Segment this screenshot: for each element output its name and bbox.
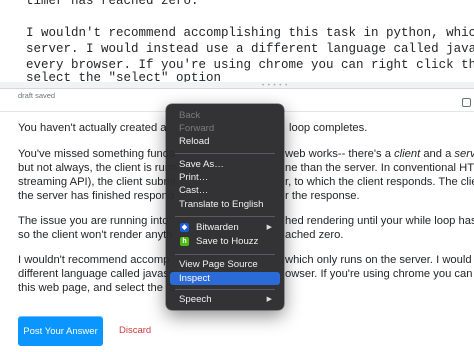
- menu-item-print[interactable]: Print…: [170, 171, 280, 184]
- menu-item-reload[interactable]: Reload: [170, 135, 280, 148]
- menu-item-view-page-source[interactable]: View Page Source: [170, 258, 280, 271]
- preview-text: which only runs on the server. I would i…: [285, 254, 474, 266]
- preview-text: r, to which the client responds. The cli…: [285, 176, 474, 188]
- menu-item-label: Speech: [179, 294, 212, 305]
- editor-resize-grip[interactable]: • • • • •: [0, 82, 474, 89]
- editor-line: server. I would instead use a different …: [26, 42, 474, 56]
- menu-item-save-as[interactable]: Save As…: [170, 158, 280, 171]
- editor-line: I wouldn't recommend accomplishing this …: [26, 26, 474, 40]
- preview-text: streaming API), the client submi: [18, 176, 176, 188]
- menu-item-inspect[interactable]: Inspect: [170, 272, 280, 285]
- houzz-icon: h: [180, 237, 189, 246]
- menu-separator: [175, 254, 275, 255]
- preview-text: You haven't actually created a: [18, 122, 167, 134]
- preview-text: hed rendering until your while loop has …: [285, 215, 474, 227]
- preview-text: web works-- there's a client and a serve: [285, 148, 474, 160]
- checkbox[interactable]: [462, 98, 471, 107]
- preview-text: The issue you are running into: [18, 215, 169, 227]
- submenu-arrow-icon: ▶: [266, 224, 272, 231]
- menu-item-cast[interactable]: Cast…: [170, 184, 280, 197]
- preview-text: the server has finished respond: [18, 190, 175, 202]
- bitwarden-icon: ◆: [180, 223, 189, 232]
- menu-item-save-to-houzz[interactable]: h Save to Houzz: [170, 235, 280, 248]
- menu-separator: [175, 153, 275, 154]
- context-menu: Back Forward Reload Save As… Print… Cast…: [166, 104, 284, 310]
- preview-text: owser. If you're using chrome you can ri: [285, 268, 474, 280]
- menu-item-forward[interactable]: Forward: [170, 122, 280, 135]
- discard-link[interactable]: Discard: [119, 325, 151, 336]
- preview-text: different language called javasc: [18, 268, 175, 280]
- menu-item-translate[interactable]: Translate to English: [170, 198, 280, 211]
- markdown-editor[interactable]: timer has reached zero. I wouldn't recom…: [0, 0, 474, 83]
- menu-item-bitwarden[interactable]: ◆ Bitwarden ▶: [170, 221, 280, 234]
- menu-item-speech[interactable]: Speech ▶: [170, 293, 280, 306]
- preview-text: You've missed something funda: [18, 148, 176, 160]
- menu-item-label: Save to Houzz: [196, 236, 259, 247]
- menu-separator: [175, 289, 275, 290]
- preview-text: this web page, and select the "s: [18, 282, 176, 294]
- preview-text: loop completes.: [289, 122, 368, 134]
- preview-text: ached zero.: [285, 229, 344, 241]
- menu-separator: [175, 216, 275, 217]
- preview-text: I wouldn't recommend accomp: [18, 254, 170, 266]
- post-answer-button[interactable]: Post Your Answer: [18, 316, 103, 346]
- menu-item-back[interactable]: Back: [170, 109, 280, 122]
- preview-text: so the client won't render anyth: [18, 229, 173, 241]
- preview-text: r the response.: [285, 190, 360, 202]
- preview-text: ne than the server. In conventional HTTP: [285, 162, 474, 174]
- submenu-arrow-icon: ▶: [266, 296, 272, 303]
- editor-line: timer has reached zero.: [26, 0, 199, 8]
- preview-text: but not always, the client is runn: [18, 162, 178, 174]
- grip-dots-icon: • • • • •: [262, 83, 289, 89]
- draft-status: draft saved: [18, 91, 56, 100]
